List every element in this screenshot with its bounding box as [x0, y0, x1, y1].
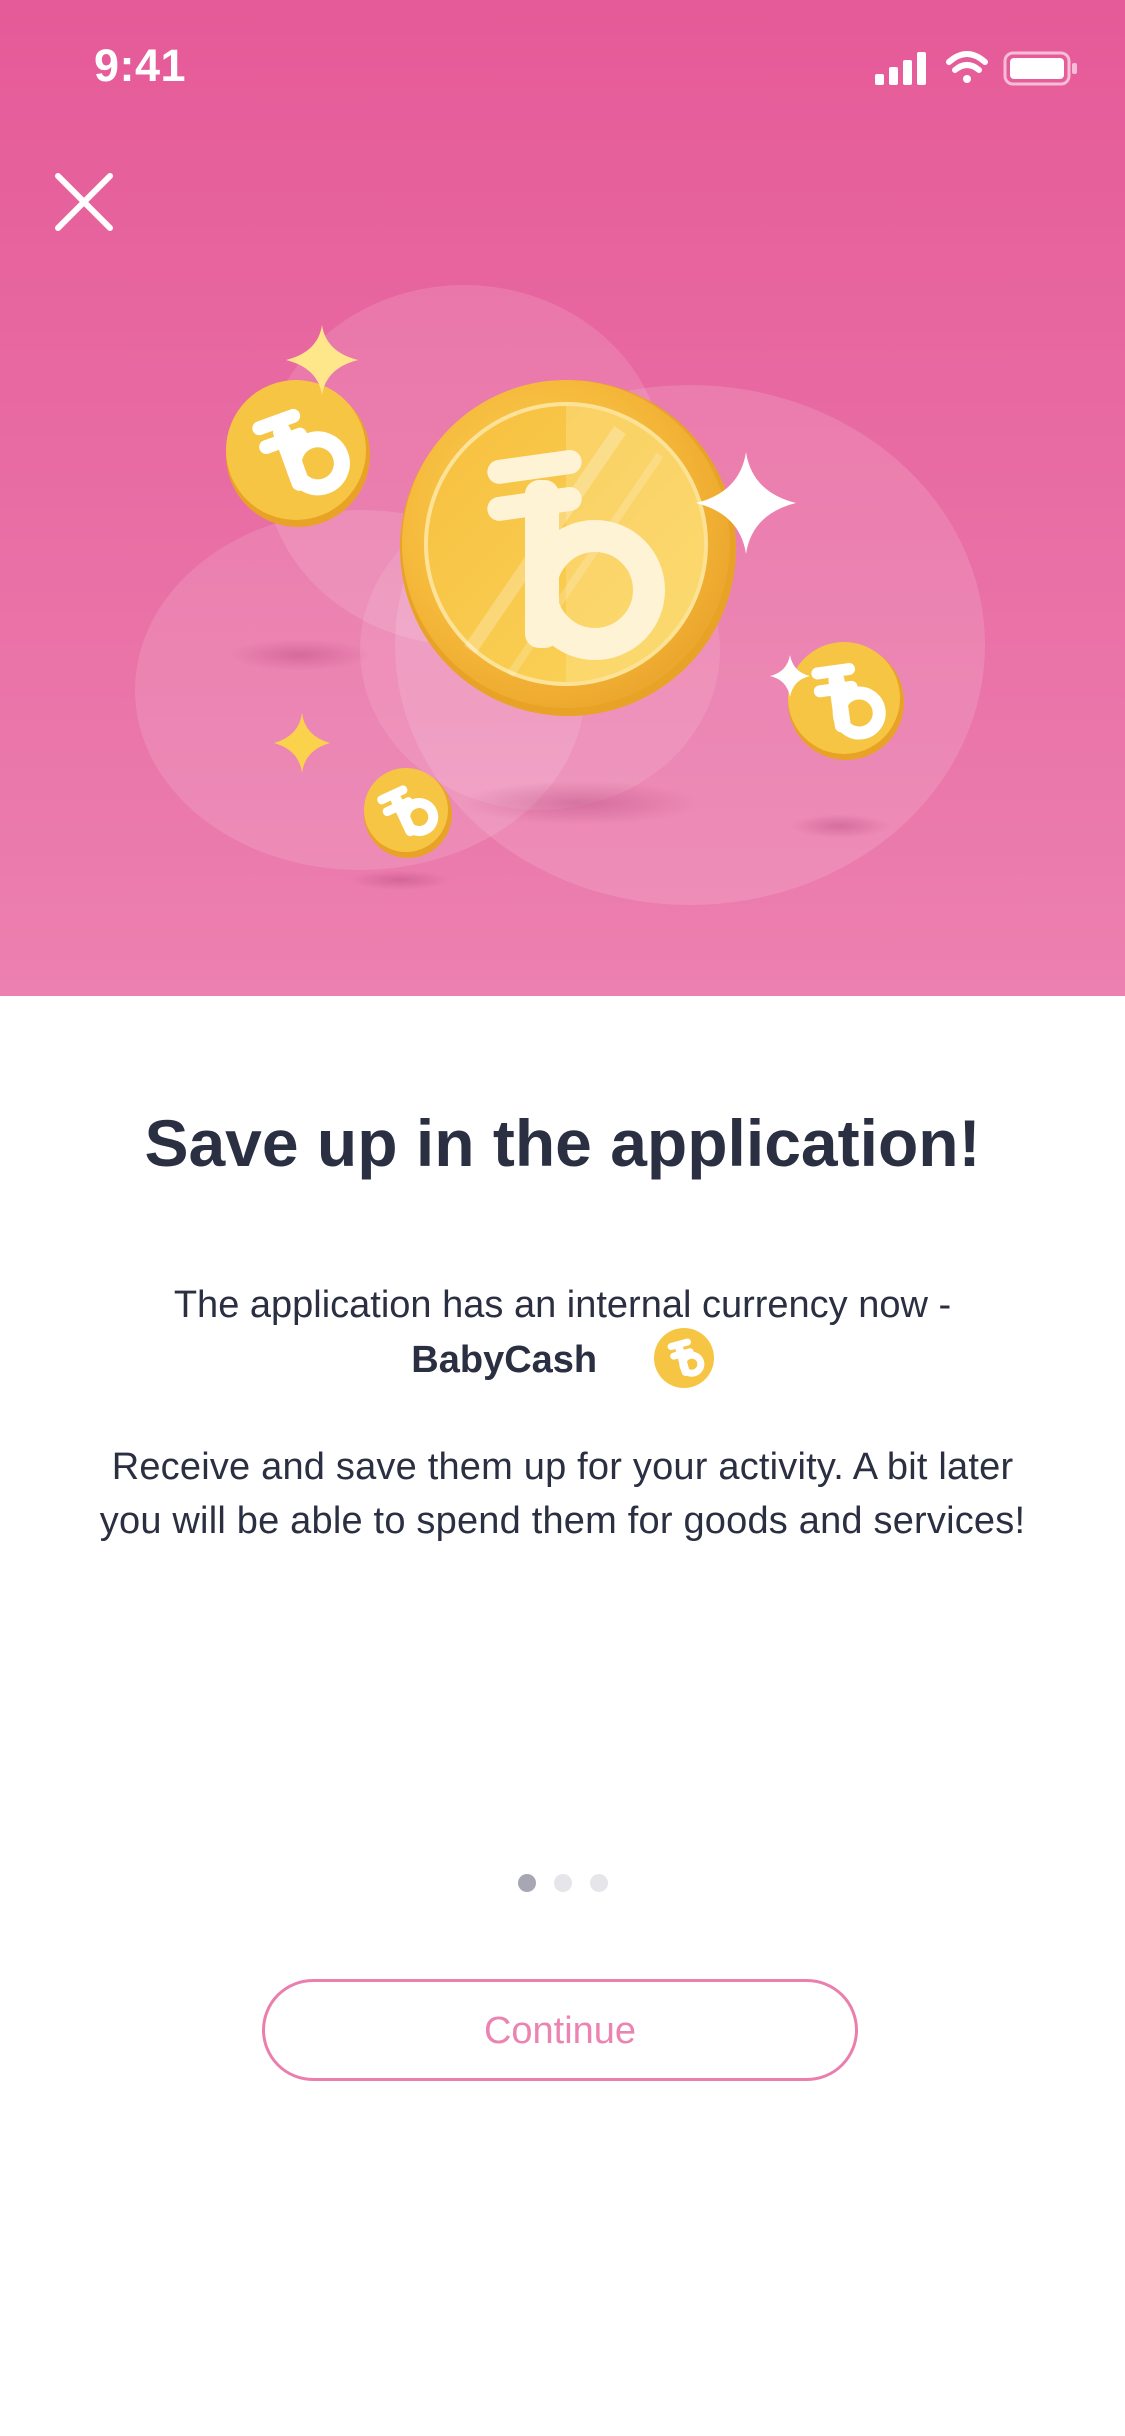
wifi-icon: [946, 51, 988, 83]
close-icon: [55, 173, 113, 231]
status-bar: 9:41: [0, 0, 1125, 135]
currency-name: BabyCash: [411, 1339, 598, 1382]
status-icons: [875, 48, 1079, 95]
currency-line: BabyCash: [0, 1328, 1125, 1396]
page-title: Save up in the application!: [144, 1106, 981, 1180]
signal-icon: [875, 52, 926, 85]
description-text: Receive and save them up for your activi…: [99, 1446, 1026, 1542]
continue-button[interactable]: Continue: [262, 1979, 858, 2081]
hero-illustration-area: 9:41: [0, 0, 1125, 996]
page-dot-2[interactable]: [553, 1874, 572, 1892]
page-indicator: [0, 1874, 1125, 1892]
page-dot-1[interactable]: [517, 1874, 536, 1892]
page-dot-3[interactable]: [589, 1874, 608, 1892]
close-button[interactable]: [52, 170, 116, 234]
large-coin-icon: [400, 380, 736, 716]
status-time: 9:41: [94, 40, 187, 91]
coins-illustration: [135, 285, 985, 905]
intro-text: The application has an internal currency…: [173, 1284, 952, 1326]
battery-icon: [1003, 51, 1077, 86]
babycash-coin-icon: [653, 1328, 714, 1388]
